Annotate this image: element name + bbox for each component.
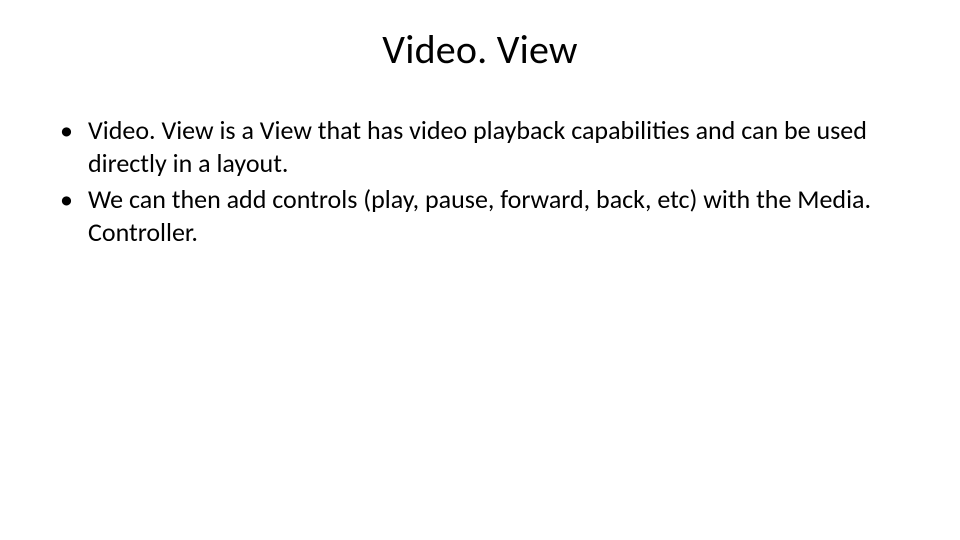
list-item: Video. View is a View that has video pla… <box>60 114 900 179</box>
list-item: We can then add controls (play, pause, f… <box>60 183 900 248</box>
bullet-list: Video. View is a View that has video pla… <box>40 114 920 248</box>
slide-title: Video. View <box>40 25 920 74</box>
slide: Video. View Video. View is a View that h… <box>0 0 960 540</box>
